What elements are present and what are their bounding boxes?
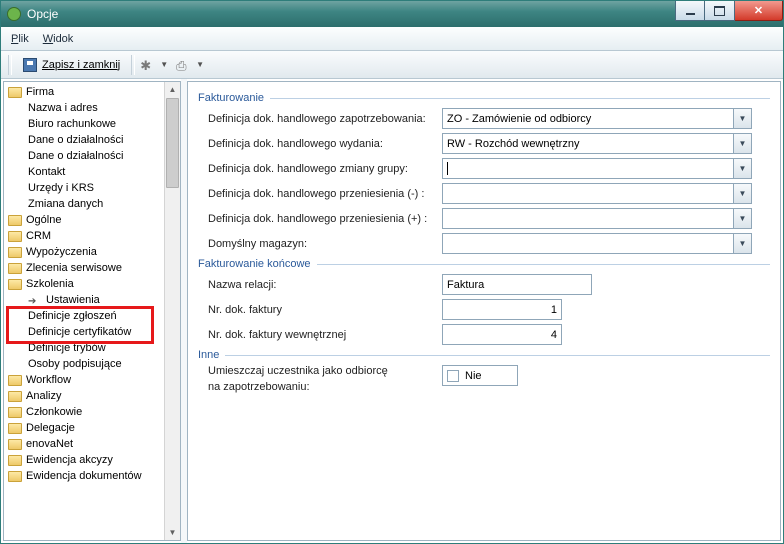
options-window: Opcje Plik Widok Zapisz i zamknij ✱ ▼ ⎙ … [0, 0, 784, 544]
label-def-zap: Definicja dok. handlowego zapotrzebowani… [208, 113, 442, 125]
menu-file[interactable]: Plik [11, 33, 29, 45]
tree-node-zlecenia[interactable]: Zlecenia serwisowe [4, 260, 166, 276]
tree-node-analizy[interactable]: Analizy [4, 388, 166, 404]
tree-pane: Firma Nazwa i adres Biuro rachunkowe Dan… [3, 81, 181, 541]
tree-node[interactable]: Definicje zgłoszeń [4, 308, 166, 324]
form-pane: Fakturowanie Definicja dok. handlowego z… [187, 81, 781, 541]
tree-node[interactable]: Dane o działalności [4, 132, 166, 148]
chevron-down-icon[interactable]: ▼ [160, 60, 168, 69]
label-mag: Domyślny magazyn: [208, 238, 442, 250]
window-title: Opcje [27, 7, 675, 21]
group-inne: Inne [198, 349, 770, 361]
tree-node-wypozyczenia[interactable]: Wypożyczenia [4, 244, 166, 260]
tree-node-firma[interactable]: Firma [4, 84, 166, 100]
tree-node[interactable]: Kontakt [4, 164, 166, 180]
checkbox-icon [447, 370, 459, 382]
label-def-pp: Definicja dok. handlowego przeniesienia … [208, 213, 442, 225]
label-umiesz: Umieszczaj uczestnika jako odbiorcę na z… [208, 365, 442, 393]
tree-node-crm[interactable]: CRM [4, 228, 166, 244]
select-def-zap[interactable]: ZO - Zamówienie od odbiorcy [442, 108, 734, 129]
tree-node[interactable]: Definicje trybów [4, 340, 166, 356]
print-icon[interactable]: ⎙ [176, 58, 190, 72]
tree-node-enovanet[interactable]: enovaNet [4, 436, 166, 452]
tree-node[interactable]: Osoby podpisujące [4, 356, 166, 372]
group-fakturowanie: Fakturowanie [198, 92, 770, 104]
label-def-pm: Definicja dok. handlowego przeniesienia … [208, 188, 442, 200]
input-nrdokw[interactable]: 4 [442, 324, 562, 345]
menu-bar: Plik Widok [1, 27, 783, 51]
tree-node-szkolenia[interactable]: Szkolenia [4, 276, 166, 292]
tree-node[interactable]: Zmiana danych [4, 196, 166, 212]
chevron-down-icon[interactable]: ▼ [196, 60, 204, 69]
tree-node-ustawienia[interactable]: Ustawienia [4, 292, 166, 308]
tree-node[interactable]: Definicje certyfikatów [4, 324, 166, 340]
select-def-pm[interactable] [442, 183, 734, 204]
input-nrdok[interactable]: 1 [442, 299, 562, 320]
tree-node-workflow[interactable]: Workflow [4, 372, 166, 388]
select-def-pp[interactable] [442, 208, 734, 229]
select-mag[interactable] [442, 233, 734, 254]
tree-node-ewidencja-dokument[interactable]: Ewidencja dokumentów [4, 468, 166, 484]
toolbar: Zapisz i zamknij ✱ ▼ ⎙ ▼ [1, 51, 783, 79]
input-relacja[interactable]: Faktura [442, 274, 592, 295]
select-def-zg[interactable] [442, 158, 734, 179]
tree-node[interactable]: Biuro rachunkowe [4, 116, 166, 132]
maximize-button[interactable] [705, 1, 735, 21]
chevron-down-icon[interactable]: ▼ [734, 108, 752, 129]
tree-node-czlonkowie[interactable]: Członkowie [4, 404, 166, 420]
save-icon [23, 58, 37, 72]
tree-node-ewidencja-akcyzy[interactable]: Ewidencja akcyzy [4, 452, 166, 468]
label-def-wyd: Definicja dok. handlowego wydania: [208, 138, 442, 150]
chevron-down-icon[interactable]: ▼ [734, 133, 752, 154]
label-def-zg: Definicja dok. handlowego zmiany grupy: [208, 163, 442, 175]
tree-node[interactable]: Dane o działalności [4, 148, 166, 164]
menu-view[interactable]: Widok [43, 33, 74, 45]
title-bar: Opcje [1, 1, 783, 27]
tools-icon[interactable]: ✱ [140, 58, 154, 72]
save-and-close-button[interactable]: Zapisz i zamknij [17, 56, 126, 74]
select-def-wyd[interactable]: RW - Rozchód wewnętrzny [442, 133, 734, 154]
tree-vertical-scrollbar[interactable]: ▲▼ [164, 82, 180, 540]
tree-node-delegacje[interactable]: Delegacje [4, 420, 166, 436]
tree-node[interactable]: Urzędy i KRS [4, 180, 166, 196]
checkbox-umiesz[interactable]: Nie [442, 365, 518, 386]
tree-node[interactable]: Nazwa i adres [4, 100, 166, 116]
label-nrdok: Nr. dok. faktury [208, 304, 442, 316]
tree-node-ogolne[interactable]: Ogólne [4, 212, 166, 228]
close-button[interactable] [735, 1, 783, 21]
chevron-down-icon[interactable]: ▼ [734, 208, 752, 229]
chevron-down-icon[interactable]: ▼ [734, 183, 752, 204]
app-icon [7, 7, 21, 21]
chevron-down-icon[interactable]: ▼ [734, 158, 752, 179]
label-nrdokw: Nr. dok. faktury wewnętrznej [208, 329, 442, 341]
group-fakt-koncowe: Fakturowanie końcowe [198, 258, 770, 270]
chevron-down-icon[interactable]: ▼ [734, 233, 752, 254]
label-relacja: Nazwa relacji: [208, 279, 442, 291]
minimize-button[interactable] [675, 1, 705, 21]
